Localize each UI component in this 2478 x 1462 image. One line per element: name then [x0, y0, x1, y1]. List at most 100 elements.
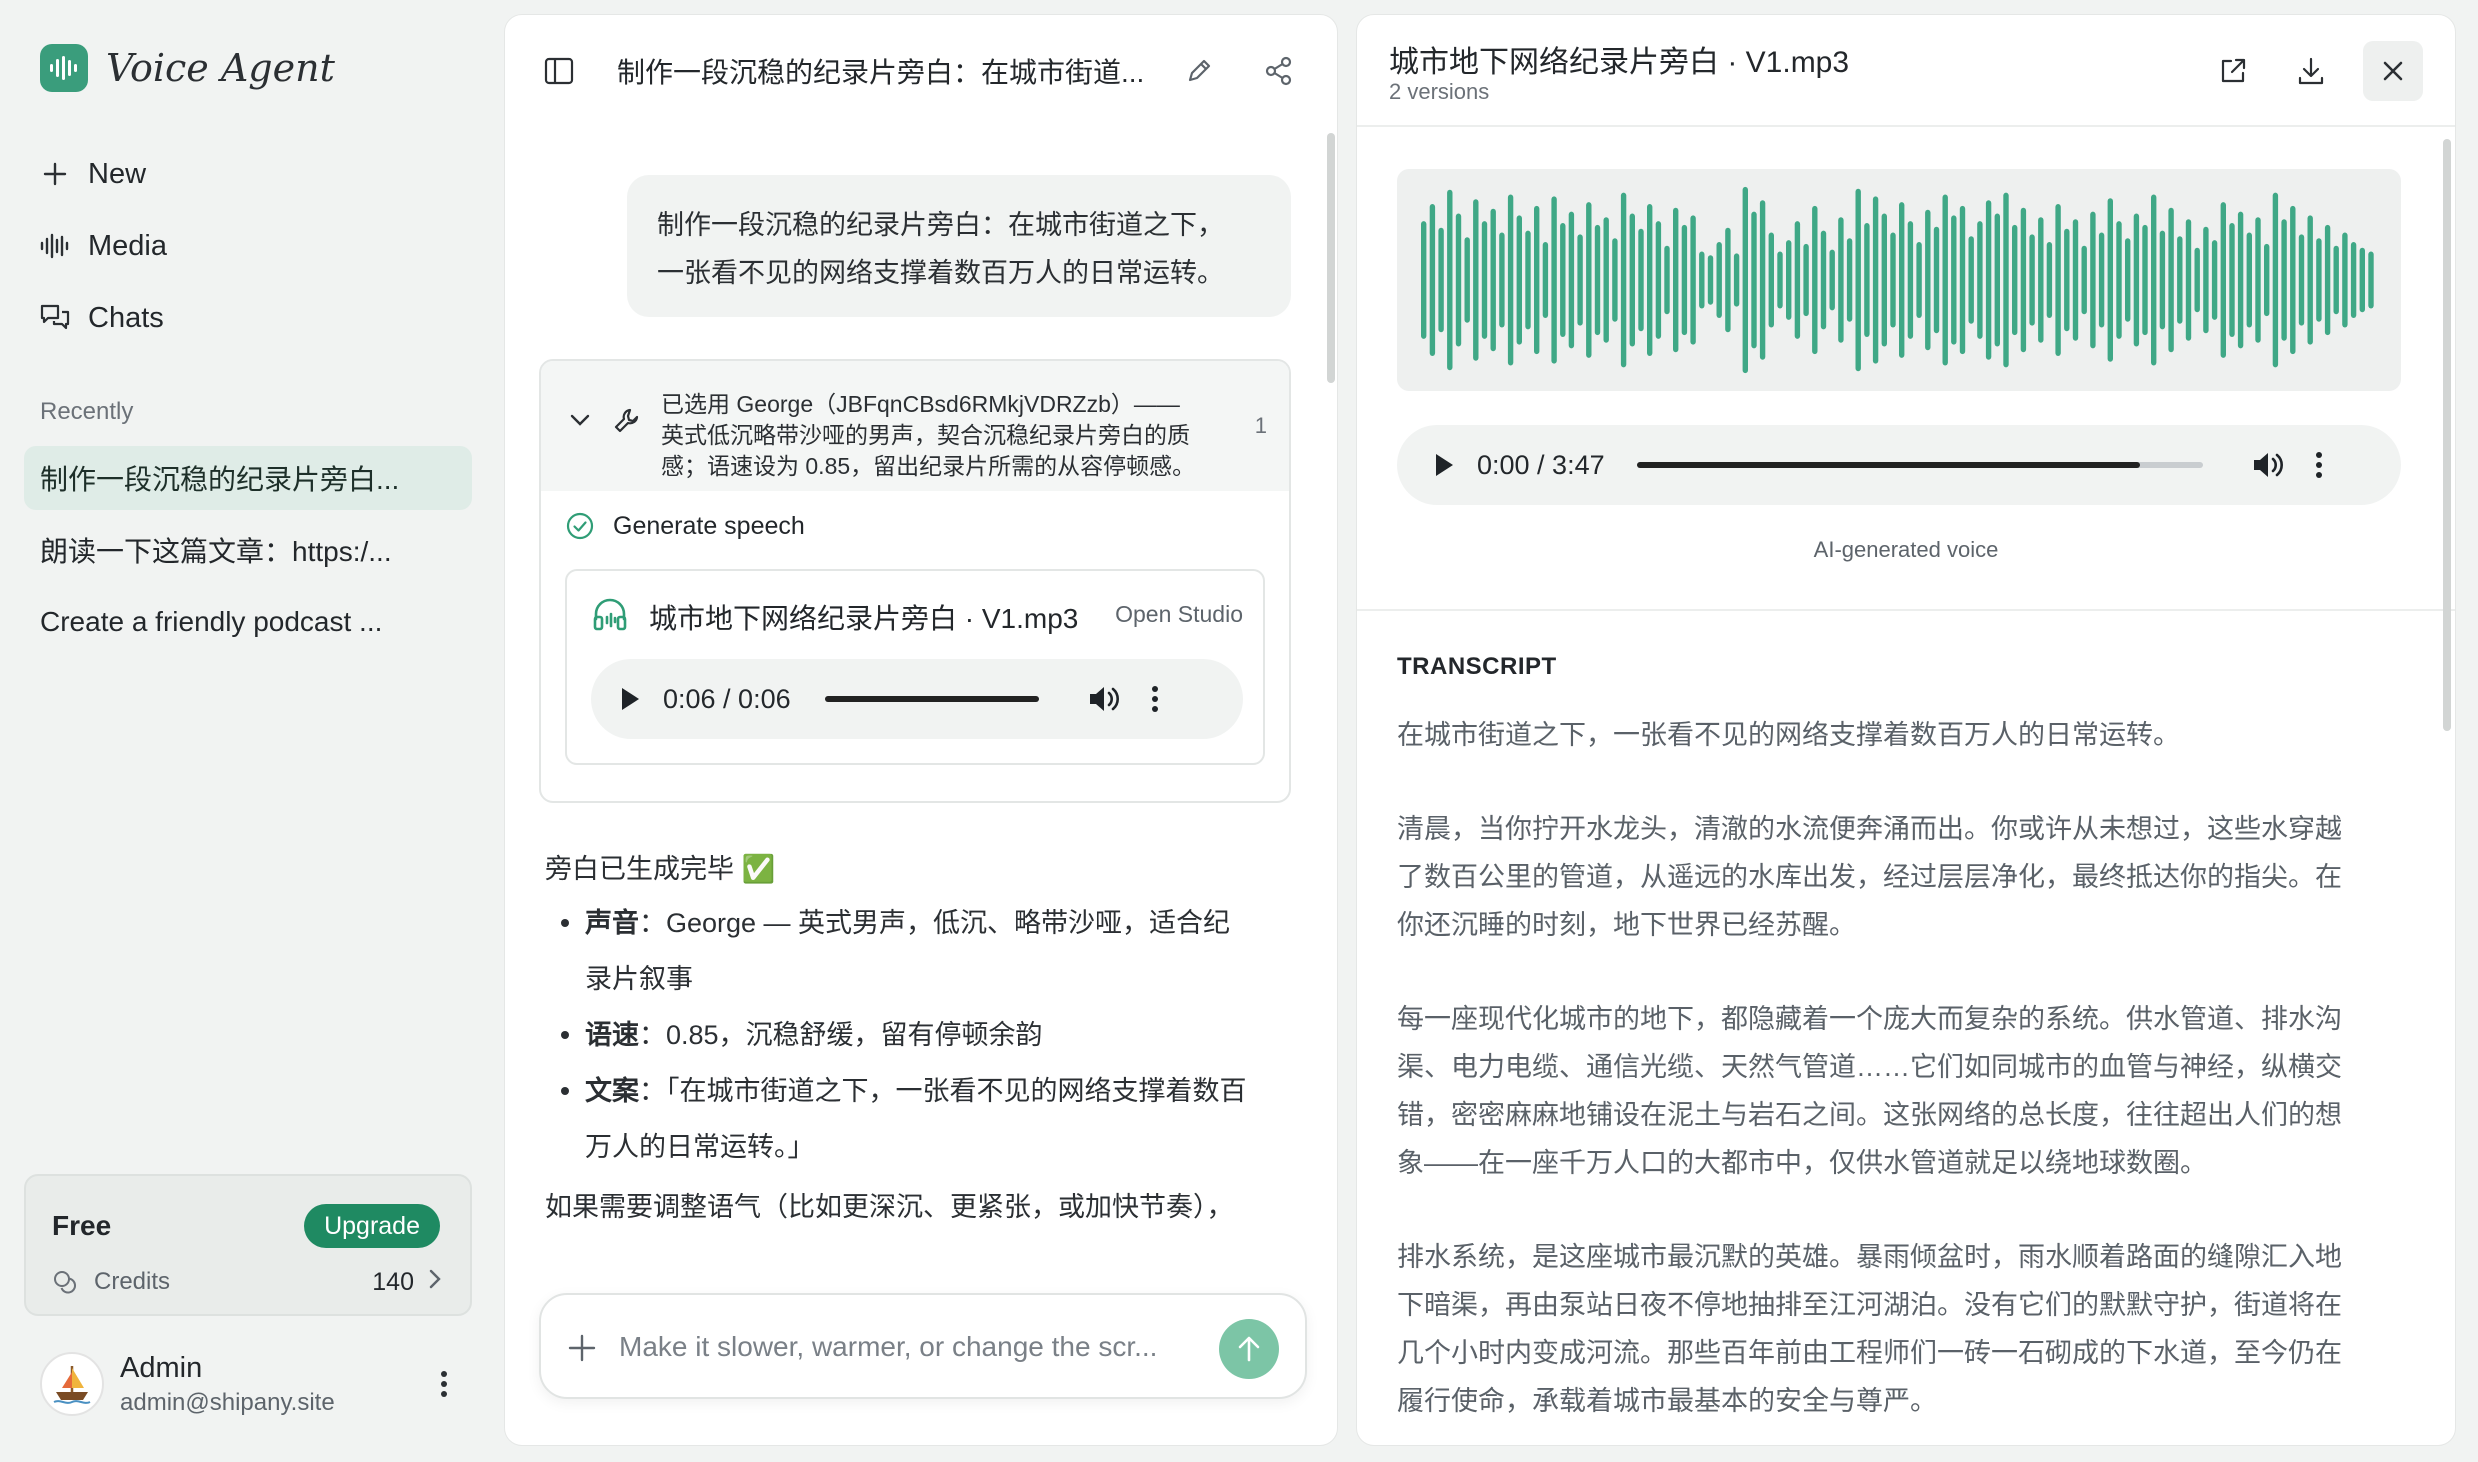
- waveform-bar: [2107, 198, 2113, 362]
- avatar: [40, 1352, 104, 1416]
- open-studio-link[interactable]: Open Studio: [1115, 601, 1243, 628]
- user-message-bubble: 制作一段沉稳的纪录片旁白：在城市街道之下， 一张看不见的网络支撑着数百万人的日常…: [627, 175, 1291, 317]
- versions-count[interactable]: 2 versions: [1389, 79, 1489, 105]
- audio-seek-fill: [824, 696, 1039, 702]
- plus-icon[interactable]: [567, 1333, 597, 1368]
- waveform-bar: [1534, 205, 1540, 355]
- waveform-bar: [1872, 196, 1879, 364]
- check-circle-icon: [565, 511, 595, 541]
- waveform-bar: [1560, 223, 1566, 337]
- audio-time: 0:06 / 0:06: [663, 683, 791, 714]
- plus-icon: [38, 157, 72, 191]
- waveform-bar: [2211, 240, 2218, 320]
- waveform-bar: [2159, 230, 2166, 330]
- waveform-bar: [1421, 221, 1427, 339]
- waveform-bar: [2020, 207, 2027, 353]
- waveform-bar: [2038, 217, 2044, 343]
- send-button[interactable]: [1219, 1319, 1279, 1379]
- chevron-down-icon: [569, 413, 591, 432]
- transcript-line: 几个小时内变成河流。那些百年前由工程师们一砖一石砌成的下水道，至今仍在: [1397, 1338, 2342, 1368]
- volume-icon[interactable]: [1087, 684, 1121, 714]
- chat-panel: 制作一段沉稳的纪录片旁白：在城市街道... 制作一段沉稳的纪录片旁白：在城市街道…: [504, 14, 1338, 1446]
- download-icon[interactable]: [2289, 49, 2333, 93]
- waveform-bar: [1551, 196, 1557, 364]
- tool-call-summary: 已选用 George（JBFqnCBsd6RMkjVDRZzb）—— 英式低沉略…: [661, 389, 1231, 482]
- nav-new[interactable]: New: [38, 146, 146, 202]
- chat-bubbles-icon: [38, 301, 72, 335]
- transcript-line: 象——在一座千万人口的大都市中，仅供水管道就足以绕地球数圈。: [1397, 1148, 2207, 1178]
- ai-generated-label: AI-generated voice: [1813, 537, 1999, 562]
- recent-chat-item[interactable]: Create a friendly podcast ...: [24, 590, 472, 654]
- sidebar-toggle-icon[interactable]: [537, 49, 581, 93]
- external-link-icon[interactable]: [2211, 49, 2255, 93]
- audio-seek-bar[interactable]: [824, 696, 1039, 702]
- waveform-bar: [2133, 213, 2140, 347]
- upgrade-button[interactable]: Upgrade: [304, 1204, 440, 1248]
- coins-icon: [52, 1267, 82, 1297]
- panel-scrollbar[interactable]: [2443, 139, 2451, 731]
- bullet-text: 「在城市街道之下，一张看不见的网络支撑着数百: [666, 1076, 1247, 1106]
- waveform-bar: [1612, 238, 1618, 322]
- edit-pencil-icon[interactable]: [1177, 49, 1221, 93]
- chat-scrollbar[interactable]: [1327, 133, 1335, 383]
- waveform-bars: [1421, 186, 2374, 374]
- waveform-bar: [1968, 236, 1974, 324]
- waveform-bar: [2342, 232, 2348, 328]
- play-icon[interactable]: [619, 686, 641, 712]
- waveform-bar: [1620, 192, 1627, 368]
- more-vertical-icon[interactable]: [1151, 685, 1159, 713]
- credits-row[interactable]: Credits 140: [52, 1262, 442, 1302]
- waveform-bar: [1899, 202, 1905, 358]
- list-item: 语速：0.85，沉稳舒缓，留有停顿余韵: [545, 1007, 1285, 1063]
- waveform-bar: [1577, 234, 1583, 326]
- waveform-bar: [2046, 242, 2053, 318]
- generate-speech-step: Generate speech: [565, 511, 805, 541]
- more-vertical-icon[interactable]: [2315, 451, 2323, 479]
- waveform-bar: [1690, 215, 1696, 345]
- waveform-bar: [1699, 251, 1705, 309]
- waveform-bar: [2290, 205, 2296, 355]
- transcript-body: 在城市街道之下，一张看不见的网络支撑着数百万人的日常运转。 清晨，当你拧开水龙头，…: [1397, 711, 2397, 1445]
- waveform-bar: [1933, 226, 1940, 334]
- nav-media[interactable]: Media: [38, 218, 167, 274]
- waveform-bar: [1542, 242, 1549, 318]
- waveform[interactable]: [1397, 169, 2401, 391]
- waveform-bar: [1994, 213, 2000, 347]
- volume-icon[interactable]: [2251, 450, 2285, 480]
- nav-chats[interactable]: Chats: [38, 290, 164, 346]
- tool-call-line: 英式低沉略带沙哑的男声，契合沉稳纪录片旁白的质: [661, 422, 1190, 448]
- assistant-reply: 旁白已生成完毕 ✅ 声音：George — 英式男声，低沉、略带沙哑，适合纪 录片…: [545, 837, 1285, 1233]
- waveform-bar: [1803, 243, 1809, 317]
- waveform-bar: [1429, 204, 1436, 356]
- panel-title: 城市地下网络纪录片旁白 · V1.mp3: [1389, 46, 1850, 79]
- brand[interactable]: Voice Agent: [40, 44, 335, 92]
- transcript-paragraph: 每一座现代化城市的地下，都隐藏着一个庞大而复杂的系统。供水管道、排水沟 渠、电力电…: [1397, 995, 2397, 1187]
- waveform-bar: [1951, 215, 1957, 345]
- brand-name: Voice Agent: [106, 46, 335, 90]
- generate-speech-label: Generate speech: [613, 511, 805, 540]
- waveform-bar: [2316, 238, 2322, 322]
- waveform-bar: [1594, 224, 1601, 336]
- credits-value: 140: [372, 1267, 414, 1296]
- user-message-line: 一张看不见的网络支撑着数百万人的日常运转。: [657, 258, 1224, 288]
- player-seek-bar[interactable]: [1636, 462, 2203, 468]
- user-row[interactable]: Admin admin@shipany.site: [40, 1344, 460, 1424]
- section-divider: [1357, 609, 2455, 611]
- chat-input-box: [539, 1293, 1307, 1399]
- share-icon[interactable]: [1257, 49, 1301, 93]
- waveform-bar: [1716, 242, 1722, 318]
- recent-chat-item[interactable]: 朗读一下这篇文章：https:/...: [24, 518, 472, 582]
- more-vertical-icon[interactable]: [428, 1360, 460, 1408]
- waveform-bar: [2151, 194, 2157, 366]
- waveform-bar: [1985, 200, 1992, 360]
- waveform-bar: [2098, 232, 2105, 328]
- audio-file-title: 城市地下网络纪录片旁白 · V1.mp3: [649, 603, 1079, 634]
- recent-chat-item[interactable]: 制作一段沉稳的纪录片旁白...: [24, 446, 472, 510]
- waveform-bar: [2081, 245, 2087, 315]
- transcript-heading: TRANSCRIPT: [1397, 653, 1557, 680]
- tool-call-header[interactable]: 已选用 George（JBFqnCBsd6RMkjVDRZzb）—— 英式低沉略…: [541, 361, 1289, 491]
- transcript-line: 下暗渠，再由泵站日夜不停地抽排至江河湖泊。没有它们的默默守护，街道将在: [1397, 1290, 2342, 1320]
- close-icon[interactable]: [2363, 41, 2423, 101]
- play-icon[interactable]: [1433, 452, 1455, 478]
- chat-message-input[interactable]: [619, 1325, 1199, 1369]
